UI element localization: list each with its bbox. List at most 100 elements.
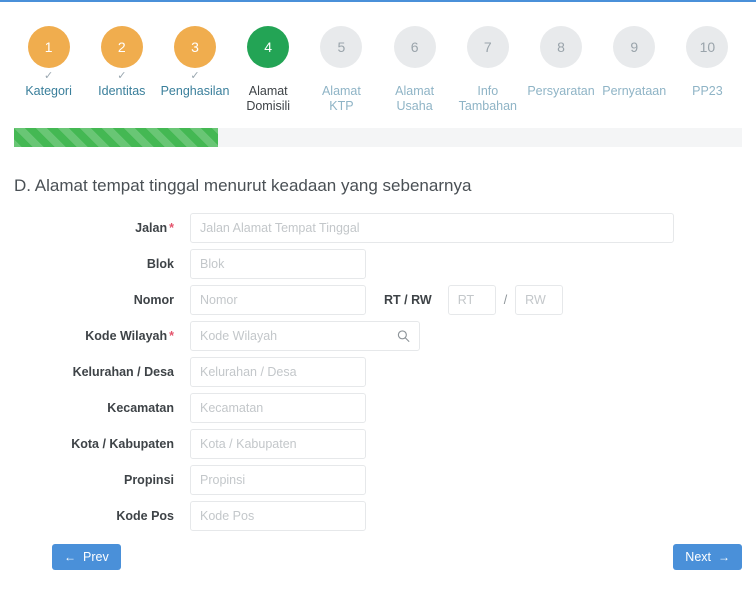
- label-jalan: Jalan *: [0, 220, 190, 236]
- label-kode-wilayah: Kode Wilayah *: [0, 328, 190, 344]
- arrow-right-icon: →: [718, 550, 730, 564]
- step-circle-9: 9: [613, 26, 656, 68]
- step-circle-10: 10: [686, 26, 729, 68]
- input-rw[interactable]: RW: [515, 285, 564, 315]
- step-label-3: Penghasilan: [160, 84, 230, 98]
- label-propinsi-text: Propinsi: [123, 473, 174, 487]
- input-blok-placeholder: Blok: [200, 257, 225, 271]
- stepper-item-4[interactable]: 4 Alamat Domisili: [232, 26, 305, 114]
- step-label-8: Persyaratan: [527, 84, 595, 98]
- label-kode-pos-text: Kode Pos: [116, 509, 174, 523]
- form-row-blok: Blok Blok: [0, 246, 756, 282]
- prev-button-label: Prev: [83, 550, 109, 564]
- input-rt[interactable]: RT: [447, 285, 496, 315]
- form-row-kode-wilayah: Kode Wilayah * Kode Wilayah: [0, 318, 756, 354]
- input-blok[interactable]: Blok: [190, 249, 366, 279]
- step-circle-2: 2: [100, 26, 143, 68]
- step-label-9: Pernyataan: [602, 84, 667, 98]
- input-kode-wilayah[interactable]: Kode Wilayah: [190, 321, 420, 351]
- step-label-4: Alamat Domisili: [246, 84, 291, 113]
- label-jalan-text: Jalan: [135, 221, 168, 235]
- step-label-1: Kategori: [25, 84, 72, 98]
- form-row-kode-pos: Kode Pos Kode Pos: [0, 498, 756, 534]
- label-kota-text: Kota / Kabupaten: [71, 437, 174, 451]
- label-rt-rw: RT / RW: [384, 293, 432, 307]
- step-circle-3: 3: [174, 26, 216, 68]
- stepper-item-8[interactable]: 8 Persyaratan: [524, 26, 597, 99]
- stepper-item-9[interactable]: 9 Pernyataan: [598, 26, 671, 99]
- stepper-item-5[interactable]: 5 Alamat KTP: [305, 26, 378, 114]
- input-rw-placeholder: RW: [525, 293, 546, 307]
- input-kelurahan[interactable]: Kelurahan / Desa: [190, 357, 366, 387]
- label-kota: Kota / Kabupaten: [0, 436, 190, 452]
- label-propinsi: Propinsi: [0, 472, 190, 488]
- rt-rw-separator: /: [503, 293, 508, 307]
- address-form: Jalan * Jalan Alamat Tempat Tinggal Blok …: [0, 210, 756, 534]
- step-circle-7: 7: [466, 26, 509, 68]
- form-row-kelurahan: Kelurahan / Desa Kelurahan / Desa: [0, 354, 756, 390]
- stepper-item-2[interactable]: 2 ✓ Identitas: [85, 26, 158, 99]
- stepper-item-6[interactable]: 6 Alamat Usaha: [378, 26, 451, 114]
- label-blok: Blok: [0, 256, 190, 272]
- stepper-item-10[interactable]: 10 PP23: [671, 26, 744, 99]
- step-label-10: PP23: [692, 84, 723, 98]
- input-jalan-placeholder: Jalan Alamat Tempat Tinggal: [200, 221, 360, 235]
- form-row-propinsi: Propinsi Propinsi: [0, 462, 756, 498]
- input-kecamatan[interactable]: Kecamatan: [190, 393, 366, 423]
- input-kelurahan-placeholder: Kelurahan / Desa: [200, 365, 297, 379]
- step-label-6: Alamat Usaha: [395, 84, 435, 113]
- input-propinsi[interactable]: Propinsi: [190, 465, 366, 495]
- label-blok-text: Blok: [146, 257, 174, 271]
- input-propinsi-placeholder: Propinsi: [200, 473, 246, 487]
- progress-track: [14, 128, 742, 147]
- input-nomor-placeholder: Nomor: [200, 293, 238, 307]
- top-accent-rule: [0, 0, 756, 2]
- next-button[interactable]: Next →: [673, 544, 742, 570]
- stepper-item-1[interactable]: 1 ✓ Kategori: [12, 26, 85, 99]
- input-rt-placeholder: RT: [457, 293, 475, 307]
- step-circle-8: 8: [540, 26, 583, 68]
- step-circle-5: 5: [320, 26, 363, 68]
- label-kode-wilayah-text: Kode Wilayah: [85, 329, 168, 343]
- input-kode-pos[interactable]: Kode Pos: [190, 501, 366, 531]
- step-label-5: Alamat KTP: [321, 84, 361, 113]
- form-row-kota: Kota / Kabupaten Kota / Kabupaten: [0, 426, 756, 462]
- step-circle-6: 6: [393, 26, 436, 68]
- label-kelurahan: Kelurahan / Desa: [0, 364, 190, 380]
- form-row-kecamatan: Kecamatan Kecamatan: [0, 390, 756, 426]
- form-row-jalan: Jalan * Jalan Alamat Tempat Tinggal: [0, 210, 756, 246]
- label-kecamatan-text: Kecamatan: [107, 401, 174, 415]
- wizard-stepper: 1 ✓ Kategori 2 ✓ Identitas 3 ✓ Penghasilan 4 Alama…: [0, 26, 756, 118]
- step-label-2: Identitas: [98, 84, 146, 98]
- step-check-icon-1: ✓: [43, 70, 54, 82]
- section-heading: D. Alamat tempat tinggal menurut keadaan…: [14, 176, 472, 195]
- step-label-7: Info Tambahan: [458, 84, 517, 113]
- label-nomor-text: Nomor: [133, 293, 174, 307]
- step-check-icon-3: ✓: [190, 70, 200, 82]
- label-kelurahan-text: Kelurahan / Desa: [72, 365, 174, 379]
- arrow-left-icon: ←: [64, 550, 76, 564]
- stepper-item-7[interactable]: 7 Info Tambahan: [451, 26, 524, 114]
- input-kecamatan-placeholder: Kecamatan: [200, 401, 264, 415]
- search-icon[interactable]: [397, 330, 410, 343]
- next-button-label: Next: [685, 550, 711, 564]
- input-kode-pos-placeholder: Kode Pos: [200, 509, 255, 523]
- form-row-nomor-rtrw: Nomor Nomor RT / RW RT / RW: [0, 282, 756, 318]
- step-circle-4: 4: [247, 26, 290, 68]
- required-marker-jalan: *: [169, 221, 174, 235]
- label-kecamatan: Kecamatan: [0, 400, 190, 416]
- required-marker-kode-wilayah: *: [169, 329, 174, 343]
- prev-button[interactable]: ← Prev: [52, 544, 121, 570]
- progress-fill: [14, 128, 218, 147]
- label-nomor: Nomor: [0, 292, 190, 308]
- label-kode-pos: Kode Pos: [0, 508, 190, 524]
- input-kode-wilayah-placeholder: Kode Wilayah: [200, 329, 278, 343]
- input-nomor[interactable]: Nomor: [190, 285, 366, 315]
- input-jalan[interactable]: Jalan Alamat Tempat Tinggal: [190, 213, 674, 243]
- registration-wizard-page: 1 ✓ Kategori 2 ✓ Identitas 3 ✓ Penghasilan 4 Alama…: [0, 0, 756, 601]
- input-kota[interactable]: Kota / Kabupaten: [190, 429, 366, 459]
- step-check-icon-2: ✓: [117, 70, 127, 82]
- step-circle-1: 1: [27, 26, 70, 68]
- stepper-item-3[interactable]: 3 ✓ Penghasilan: [158, 26, 231, 99]
- input-kota-placeholder: Kota / Kabupaten: [200, 437, 297, 451]
